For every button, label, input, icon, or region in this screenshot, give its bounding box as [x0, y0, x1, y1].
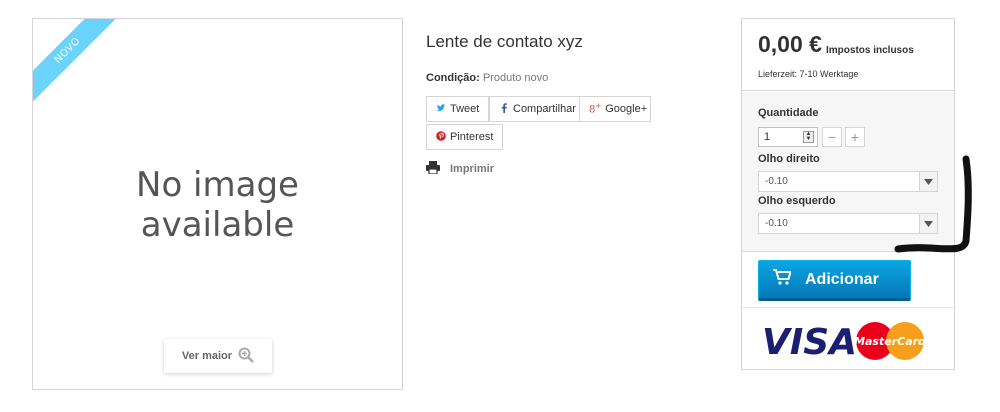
- left-eye-select[interactable]: -0.10: [758, 213, 938, 234]
- facebook-icon: [499, 102, 509, 116]
- product-title: Lente de contato xyz: [426, 32, 583, 51]
- add-to-cart-label: Adicionar: [805, 270, 879, 288]
- facebook-label: Compartilhar: [513, 103, 576, 115]
- no-image-line-2: available: [140, 205, 295, 245]
- right-eye-label: Olho direito: [758, 153, 820, 165]
- pinterest-icon: [436, 130, 446, 144]
- chevron-down-icon: [919, 172, 937, 191]
- printer-icon: [426, 161, 440, 177]
- quantity-increase-button[interactable]: +: [845, 127, 865, 147]
- visa-logo: VISA: [762, 322, 857, 363]
- right-eye-select[interactable]: -0.10: [758, 171, 938, 192]
- payment-logos: VISA MasterCard: [762, 319, 932, 363]
- add-to-cart-button[interactable]: Adicionar: [758, 260, 911, 301]
- left-eye-value: -0.10: [765, 218, 788, 229]
- buy-box: 0,00 € Impostos inclusos Lieferzeit: 7-1…: [741, 18, 955, 370]
- tweet-button[interactable]: Tweet: [426, 96, 490, 122]
- chevron-down-icon: [919, 214, 937, 233]
- product-price: 0,00 €: [758, 31, 822, 57]
- quantity-input[interactable]: 1 ▲ ▼: [758, 127, 818, 147]
- tweet-label: Tweet: [450, 103, 480, 115]
- twitter-icon: [436, 103, 446, 116]
- product-condition: Condição: Produto novo: [426, 72, 548, 84]
- google-plus-label: Google+: [605, 103, 648, 115]
- quantity-decrease-button[interactable]: −: [822, 127, 842, 147]
- facebook-share-button[interactable]: Compartilhar: [489, 96, 586, 122]
- view-larger-button[interactable]: Ver maior: [164, 339, 272, 373]
- mastercard-logo: MasterCard: [854, 322, 926, 360]
- right-eye-value: -0.10: [765, 176, 788, 187]
- product-image-box: NOVO No image available Ver maior: [32, 18, 403, 390]
- payment-divider: [742, 307, 954, 308]
- product-options: Quantidade 1 ▲ ▼ − + Olho direito -0.10 O…: [742, 92, 954, 252]
- google-plus-icon: 8+: [589, 102, 602, 116]
- print-link[interactable]: Imprimir: [426, 161, 494, 177]
- price-block: 0,00 € Impostos inclusos Lieferzeit: 7-1…: [742, 19, 954, 91]
- quantity-label: Quantidade: [758, 107, 819, 119]
- condition-label: Condição:: [426, 72, 480, 84]
- quantity-value: 1: [764, 131, 771, 143]
- pinterest-label: Pinterest: [450, 131, 494, 143]
- view-larger-label: Ver maior: [181, 350, 233, 362]
- new-ribbon: NOVO: [33, 19, 122, 108]
- no-image-placeholder: No image available: [33, 165, 402, 245]
- condition-value: Produto novo: [482, 72, 549, 84]
- svg-text:MasterCard: MasterCard: [854, 335, 926, 348]
- google-plus-button[interactable]: 8+ Google+: [579, 96, 651, 122]
- print-label: Imprimir: [450, 163, 495, 175]
- pinterest-button[interactable]: Pinterest: [426, 124, 504, 150]
- left-eye-label: Olho esquerdo: [758, 195, 836, 207]
- tax-note: Impostos inclusos: [826, 45, 914, 56]
- delivery-time: Lieferzeit: 7-10 Werktage: [758, 69, 859, 79]
- cart-icon: [773, 269, 792, 290]
- quantity-spinner[interactable]: ▲ ▼: [803, 131, 814, 143]
- new-badge: NOVO: [33, 19, 122, 108]
- zoom-in-icon: [238, 347, 254, 366]
- no-image-line-1: No image: [136, 165, 299, 205]
